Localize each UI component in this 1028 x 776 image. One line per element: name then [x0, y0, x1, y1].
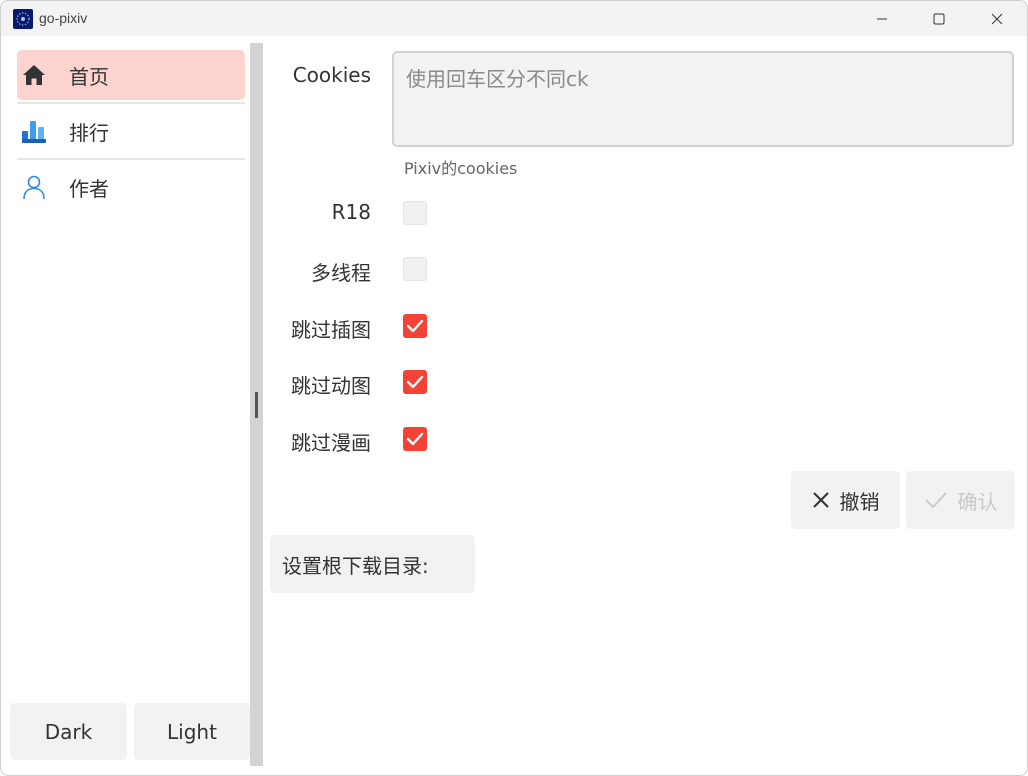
cookies-input[interactable]	[406, 63, 1000, 135]
window-title: go-pixiv	[39, 10, 88, 26]
sidebar-item-ranking[interactable]: 排行	[17, 106, 245, 156]
bar-chart-icon	[21, 118, 47, 144]
sidebar-item-label: 排行	[69, 120, 109, 145]
checkmark-icon	[406, 432, 424, 446]
skip-manga-checkbox[interactable]	[403, 427, 427, 451]
close-icon	[991, 13, 1003, 24]
app-logo-icon	[13, 9, 33, 29]
cookies-label: Cookies	[292, 63, 371, 87]
sidebar-item-label: 首页	[69, 64, 109, 89]
confirm-button[interactable]: 确认	[906, 471, 1015, 529]
dark-theme-button[interactable]: Dark	[10, 703, 127, 760]
multithread-checkbox[interactable]	[403, 257, 427, 281]
cookies-input-box[interactable]	[392, 51, 1014, 147]
sidebar-item-home[interactable]: 首页	[17, 50, 245, 100]
person-icon	[21, 174, 47, 200]
r18-label: R18	[331, 200, 371, 224]
cancel-button[interactable]: 撤销	[791, 471, 900, 529]
sidebar-item-authors[interactable]: 作者	[17, 162, 245, 212]
skip-ugoira-label: 跳过动图	[291, 374, 371, 398]
skip-illust-checkbox[interactable]	[403, 314, 427, 338]
sidebar-item-label: 作者	[69, 176, 109, 201]
set-download-dir-button[interactable]: 设置根下载目录:	[270, 535, 475, 593]
sidebar: 首页 排行 作者 Dark Light	[3, 36, 250, 766]
cookies-hint: Pixiv的cookies	[404, 159, 518, 178]
checkmark-icon	[406, 375, 424, 389]
nav-divider	[17, 158, 245, 160]
skip-illust-label: 跳过插图	[291, 318, 371, 342]
title-bar: go-pixiv	[1, 1, 1027, 36]
home-icon	[21, 62, 47, 88]
skip-ugoira-checkbox[interactable]	[403, 370, 427, 394]
checkmark-icon	[406, 319, 424, 333]
cancel-label: 撤销	[839, 489, 880, 514]
app-window: go-pixiv 首页 排行 作者 Dark Light Cookies 使用回…	[0, 0, 1028, 776]
minimize-button[interactable]	[853, 1, 911, 36]
multithread-label: 多线程	[311, 261, 371, 285]
check-icon	[924, 491, 948, 509]
light-theme-button[interactable]: Light	[134, 703, 250, 760]
r18-checkbox[interactable]	[403, 201, 427, 225]
close-button[interactable]	[968, 1, 1026, 36]
confirm-label: 确认	[957, 489, 998, 514]
maximize-button[interactable]	[910, 1, 968, 36]
skip-manga-label: 跳过漫画	[291, 431, 371, 455]
close-icon	[812, 491, 830, 509]
maximize-icon	[933, 13, 945, 24]
nav-divider	[17, 102, 245, 104]
minimize-icon	[877, 18, 887, 19]
